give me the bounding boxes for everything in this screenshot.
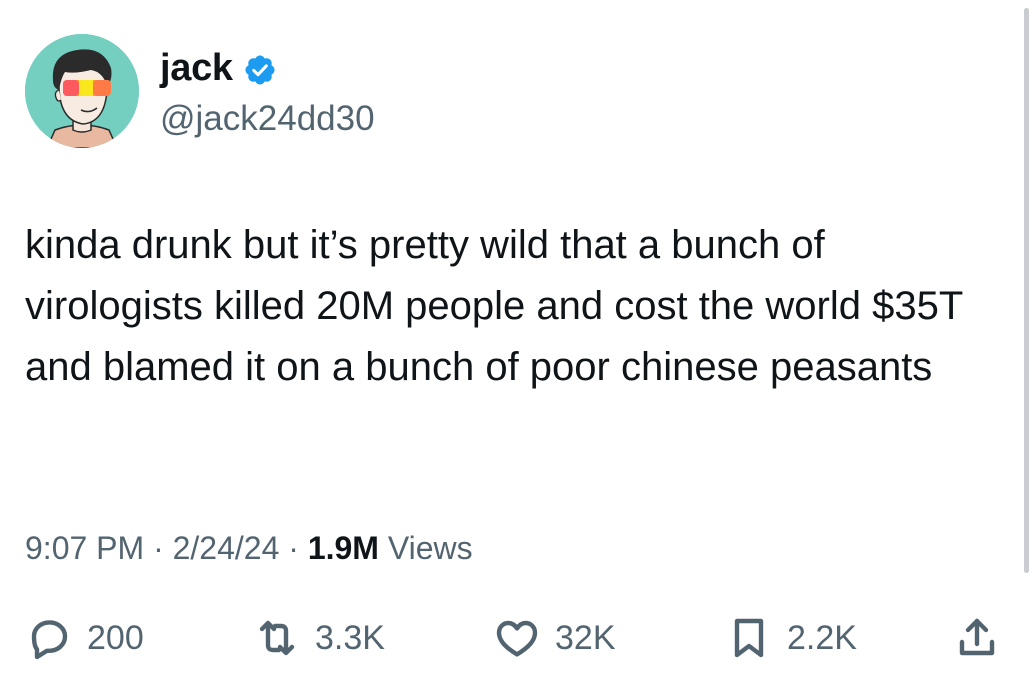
avatar-illustration: [25, 34, 139, 148]
reply-button[interactable]: 200: [25, 610, 144, 666]
tweet-date[interactable]: 2/24/24: [173, 530, 280, 566]
display-name[interactable]: jack: [160, 44, 233, 92]
scrollbar[interactable]: [1024, 8, 1029, 573]
avatar[interactable]: [25, 34, 139, 148]
action-bar: 200 3.3K 32K 2.2K: [25, 610, 1010, 666]
reply-icon: [31, 620, 68, 660]
retweet-count: 3.3K: [315, 618, 385, 657]
tweet-meta: 9:07 PM · 2/24/24 · 1.9M Views: [25, 526, 473, 570]
bookmark-button[interactable]: 2.2K: [725, 610, 857, 666]
tweet-time[interactable]: 9:07 PM: [25, 530, 144, 566]
reply-count: 200: [87, 618, 144, 657]
verified-badge-icon[interactable]: [243, 53, 277, 87]
like-button[interactable]: 32K: [493, 610, 616, 666]
heart-icon: [496, 620, 538, 657]
user-name-row: jack: [160, 44, 277, 92]
share-icon: [959, 618, 995, 656]
views-label: Views: [387, 530, 473, 566]
share-button[interactable]: [953, 610, 1001, 666]
retweet-icon: [259, 620, 295, 656]
retweet-button[interactable]: 3.3K: [253, 610, 385, 666]
bookmark-icon: [734, 618, 764, 658]
meta-separator: ·: [288, 530, 299, 566]
tweet-card: jack @jack24dd30 kinda drunk but it’s pr…: [0, 0, 1035, 700]
user-handle[interactable]: @jack24dd30: [160, 97, 375, 141]
meta-separator: ·: [153, 530, 164, 566]
views-count[interactable]: 1.9M: [308, 530, 379, 566]
bookmark-count: 2.2K: [787, 618, 857, 657]
tweet-text: kinda drunk but it’s pretty wild that a …: [25, 223, 963, 389]
like-count: 32K: [555, 618, 616, 657]
